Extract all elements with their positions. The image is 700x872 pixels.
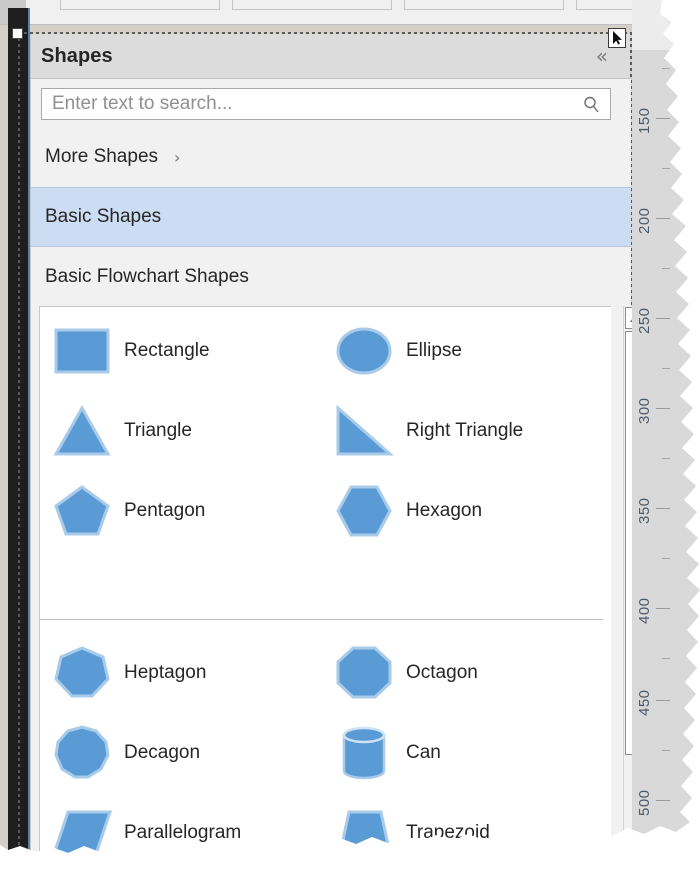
search-placeholder: Enter text to search... — [52, 93, 233, 115]
ruler-label: 450 — [636, 689, 653, 716]
right-triangle-shape-icon — [330, 400, 400, 462]
chevron-right-icon: › — [174, 148, 180, 167]
shape-label: Trapezoid — [406, 822, 490, 844]
parallelogram-shape-icon — [48, 802, 118, 864]
ruler-label: 500 — [636, 789, 653, 816]
selection-frame-left — [18, 32, 20, 872]
stencil-item-label: More Shapes — [45, 146, 158, 168]
shape-item-rectangle[interactable]: Rectangle — [48, 311, 318, 391]
shape-label: Decagon — [124, 742, 200, 764]
stencil-item-label: Basic Flowchart Shapes — [45, 266, 249, 288]
search-icon[interactable] — [582, 95, 602, 115]
ruler-tick-minor — [662, 368, 670, 369]
shape-item-hexagon[interactable]: Hexagon — [330, 471, 600, 551]
ruler-tick — [656, 800, 670, 801]
stencil-item-label: Basic Shapes — [45, 206, 161, 228]
screenshot-root: Shapes « Enter text to search... M — [0, 0, 700, 872]
heptagon-shape-icon — [48, 642, 118, 704]
decagon-shape-icon — [48, 722, 118, 784]
octagon-shape-icon — [330, 642, 400, 704]
stencil-item-more-shapes[interactable]: More Shapes › — [31, 127, 631, 187]
ribbon-button-2[interactable] — [232, 0, 392, 10]
stencil-item-basic-flowchart-shapes[interactable]: Basic Flowchart Shapes — [31, 247, 631, 307]
shapes-pane: Shapes « Enter text to search... M — [30, 34, 630, 872]
shape-item-decagon[interactable]: Decagon — [48, 713, 318, 793]
ruler-label: 350 — [636, 497, 653, 524]
shape-item-octagon[interactable]: Octagon — [330, 633, 600, 713]
selection-handle[interactable] — [12, 28, 23, 39]
shapes-gallery: Rectangle Ellipse — [39, 306, 611, 872]
shape-label: Can — [406, 742, 441, 764]
shape-label: Triangle — [124, 420, 192, 442]
shape-label: Rectangle — [124, 340, 210, 362]
ribbon-button-3[interactable] — [404, 0, 564, 10]
ruler-tick-minor — [662, 658, 670, 659]
shape-item-ellipse[interactable]: Ellipse — [330, 311, 600, 391]
ruler-tick — [656, 218, 670, 219]
shape-label: Right Triangle — [406, 420, 523, 442]
shape-item-heptagon[interactable]: Heptagon — [48, 633, 318, 713]
shape-label: Parallelogram — [124, 822, 241, 844]
trapezoid-shape-icon — [330, 802, 400, 864]
ellipse-shape-icon — [330, 320, 400, 382]
mouse-pointer-icon — [608, 28, 626, 48]
shape-item-right-triangle[interactable]: Right Triangle — [330, 391, 600, 471]
ruler-tick-minor — [662, 168, 670, 169]
stencil-item-basic-shapes[interactable]: Basic Shapes — [31, 187, 631, 247]
shape-label: Ellipse — [406, 340, 462, 362]
pane-title: Shapes — [41, 45, 113, 68]
shape-label: Heptagon — [124, 662, 206, 684]
ruler-tick-minor — [662, 458, 670, 459]
shape-label: Hexagon — [406, 500, 482, 522]
vertical-ruler[interactable]: 150 200 250 300 350 400 450 500 — [632, 0, 700, 872]
ruler-label: 300 — [636, 397, 653, 424]
ruler-tick-minor — [662, 68, 670, 69]
ruler-tick — [656, 700, 670, 701]
search-input[interactable]: Enter text to search... — [41, 88, 611, 120]
rectangle-shape-icon — [48, 320, 118, 382]
ribbon-strip — [0, 0, 700, 25]
ruler-label: 250 — [636, 307, 653, 334]
ruler-tick-minor — [662, 750, 670, 751]
shape-item-parallelogram[interactable]: Parallelogram — [48, 793, 318, 872]
pentagon-shape-icon — [48, 480, 118, 542]
ruler-label: 200 — [636, 207, 653, 234]
ruler-top-cap — [632, 0, 700, 50]
ruler-tick-minor — [662, 558, 670, 559]
shape-item-pentagon[interactable]: Pentagon — [48, 471, 318, 551]
can-shape-icon — [330, 722, 400, 784]
ruler-tick — [656, 608, 670, 609]
shapes-pane-header: Shapes « — [31, 34, 630, 79]
torn-screenshot-body: Shapes « Enter text to search... M — [0, 0, 700, 872]
ruler-label: 150 — [636, 107, 653, 134]
ribbon-button-1[interactable] — [60, 0, 220, 10]
search-row: Enter text to search... — [31, 79, 631, 127]
shape-label: Octagon — [406, 662, 478, 684]
ruler-tick — [656, 508, 670, 509]
shape-item-trapezoid[interactable]: Trapezoid — [330, 793, 600, 872]
ruler-tick-minor — [662, 268, 670, 269]
shape-label: Pentagon — [124, 500, 205, 522]
ruler-tick-minor — [662, 850, 670, 851]
shape-item-can[interactable]: Can — [330, 713, 600, 793]
shape-item-triangle[interactable]: Triangle — [48, 391, 318, 471]
gallery-group-divider — [40, 619, 603, 620]
hexagon-shape-icon — [330, 480, 400, 542]
collapse-pane-chevron-icon[interactable]: « — [596, 46, 608, 66]
ruler-tick — [656, 318, 670, 319]
ruler-tick — [656, 118, 670, 119]
triangle-shape-icon — [48, 400, 118, 462]
ruler-label: 400 — [636, 597, 653, 624]
ruler-tick — [656, 408, 670, 409]
